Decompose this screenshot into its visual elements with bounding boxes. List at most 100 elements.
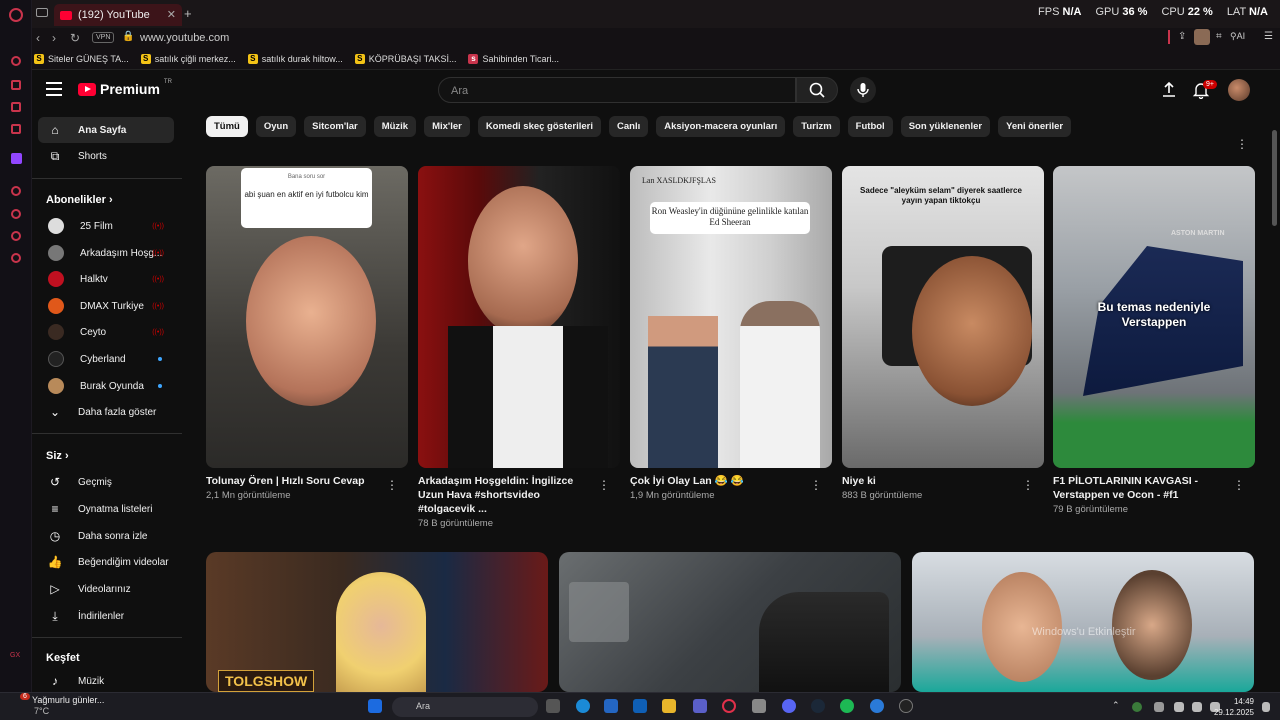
tray-chevron-icon[interactable]: ⌃ — [1112, 700, 1120, 711]
reload-icon[interactable]: ↻ — [70, 31, 80, 45]
microphone-tray-icon[interactable] — [1154, 702, 1164, 712]
short-thumbnail[interactable]: Sadece "aleyküm selam" diyerek saatlerce… — [842, 166, 1044, 468]
player-icon[interactable] — [11, 186, 21, 196]
opera-ai-icon[interactable] — [11, 56, 21, 66]
discord-icon[interactable] — [782, 699, 796, 713]
forward-icon[interactable]: › — [52, 31, 56, 45]
short-card[interactable]: ASTON MARTIN Bu temas nedeniyle Verstapp… — [1053, 166, 1255, 515]
show-more-button[interactable]: ⌄ Daha fazla göster — [38, 399, 174, 425]
short-thumbnail[interactable]: ASTON MARTIN Bu temas nedeniyle Verstapp… — [1053, 166, 1255, 468]
ai-button[interactable]: ⚲AI — [1230, 31, 1245, 42]
weather-widget[interactable]: Yağmurlu günler... 7°C — [18, 695, 104, 717]
chip[interactable]: Komedi skeç gösterileri — [477, 116, 601, 137]
video-thumbnail[interactable]: TOLGSHOW — [206, 552, 548, 692]
sidebar-item-history[interactable]: ↺ Geçmiş — [38, 469, 174, 495]
sidebar-item-music[interactable]: ♪ Müzik — [38, 668, 174, 694]
history-icon[interactable] — [11, 209, 21, 219]
chip[interactable]: Aksiyon-macera oyunları — [656, 116, 786, 137]
sidebar-item-sub[interactable]: Burak Oyunda — [38, 373, 174, 399]
sidebar-item-your-videos[interactable]: ▷ Videolarınız — [38, 576, 174, 602]
network-icon[interactable] — [1174, 702, 1184, 712]
chip[interactable]: Oyun — [255, 116, 297, 137]
chip[interactable]: Mix'ler — [424, 116, 470, 137]
search-button[interactable] — [796, 77, 838, 103]
steam-icon[interactable] — [811, 699, 825, 713]
short-title[interactable]: Çok İyi Olay Lan 😂 😂 — [630, 474, 810, 488]
chip[interactable]: Turizm — [793, 116, 840, 137]
vpn-badge[interactable]: VPN — [92, 32, 115, 43]
more-options-icon[interactable]: ⋮ — [1236, 137, 1248, 151]
video-thumbnail[interactable]: Windows'u Etkinleştir — [912, 552, 1254, 692]
store-icon[interactable] — [604, 699, 618, 713]
more-options-icon[interactable]: ⋮ — [386, 478, 398, 492]
task-view-icon[interactable] — [546, 699, 560, 713]
back-icon[interactable]: ‹ — [36, 31, 40, 45]
bookmark-item[interactable]: Ssatılık çiğli merkez... — [140, 53, 236, 64]
voice-search-button[interactable] — [850, 77, 876, 103]
close-icon[interactable]: ✕ — [167, 8, 176, 21]
chip[interactable]: Tümü — [206, 116, 248, 137]
more-options-icon[interactable]: ⋮ — [810, 478, 822, 492]
sidebar-item-sub[interactable]: Cyberland — [38, 346, 174, 372]
taskbar-search[interactable]: Ara — [392, 697, 538, 717]
sidebar-item-liked[interactable]: 👍 Beğendiğim videolar — [38, 549, 174, 575]
youtube-premium-logo[interactable]: Premium TR — [78, 79, 172, 97]
short-title[interactable]: F1 PİLOTLARININ KAVGASI - Verstappen ve … — [1053, 474, 1233, 502]
settings-icon[interactable] — [11, 253, 21, 263]
volume-icon[interactable] — [1192, 702, 1202, 712]
workspaces-icon[interactable] — [11, 80, 21, 90]
short-card[interactable]: Lan XASLDKJFŞLAS Ron Weasley'in düğününe… — [630, 166, 832, 501]
chip[interactable]: Sitcom'lar — [304, 116, 366, 137]
bookmark-item[interactable]: s Sahibinden Ticari... — [468, 53, 559, 64]
edge-icon[interactable] — [576, 699, 590, 713]
url-field[interactable]: www.youtube.com — [140, 32, 229, 44]
sidebar-item-playlists[interactable]: ≡ Oynatma listeleri — [38, 496, 174, 522]
short-title[interactable]: Tolunay Ören | Hızlı Soru Cevap — [206, 474, 386, 488]
chip[interactable]: Müzik — [373, 116, 417, 137]
share-icon[interactable]: ⇪ — [1178, 31, 1186, 42]
short-card[interactable]: Sadece "aleyküm selam" diyerek saatlerce… — [842, 166, 1044, 501]
more-options-icon[interactable]: ⋮ — [598, 478, 610, 492]
tab-islands-icon[interactable] — [36, 8, 48, 17]
chip[interactable]: Son yüklenenler — [900, 116, 991, 137]
app-icon[interactable] — [870, 699, 884, 713]
upload-icon[interactable] — [1160, 81, 1178, 99]
search-input[interactable]: Ara — [438, 77, 796, 103]
spotify-icon[interactable] — [840, 699, 854, 713]
short-title[interactable]: Arkadaşım Hoşgeldin: İngilizce Uzun Hava… — [418, 474, 598, 516]
bookmark-item[interactable]: S KÖPRÜBAŞI TAKSİ... — [354, 53, 456, 64]
settings-taskbar-icon[interactable] — [752, 699, 766, 713]
sidebar-item-sub[interactable]: DMAX Turkiye ((•)) — [38, 293, 174, 319]
short-title[interactable]: Niye ki — [842, 474, 1022, 488]
short-card[interactable]: Bana soru sor abi şuan en aktif en iyi f… — [206, 166, 408, 501]
sidebar-item-shorts[interactable]: ⧉ Shorts — [38, 143, 174, 169]
github-icon[interactable] — [899, 699, 913, 713]
short-thumbnail[interactable]: Lan XASLDKJFŞLAS Ron Weasley'in düğününe… — [630, 166, 832, 468]
tray-app-icon[interactable] — [1132, 702, 1142, 712]
short-card[interactable]: Arkadaşım Hoşgeldin: İngilizce Uzun Hava… — [418, 166, 620, 529]
new-tab-button[interactable]: + — [184, 6, 192, 21]
sidebar-item-sub[interactable]: Halktv ((•)) — [38, 266, 174, 292]
clock[interactable]: 14:49 29.12.2025 — [1214, 696, 1254, 718]
snapshot-icon[interactable]: ⌗ — [1216, 31, 1222, 42]
bookmark-item[interactable]: Ssatılık durak hiltow... — [247, 53, 343, 64]
page-scrollbar[interactable] — [1272, 130, 1277, 226]
instagram-icon[interactable] — [11, 124, 21, 134]
sidebar-item-sub[interactable]: Ceyto ((•)) — [38, 319, 174, 345]
tab-youtube[interactable]: (192) YouTube ✕ — [54, 4, 182, 26]
sidebar-item-sub[interactable]: Arkadaşım Hoşg... ((•)) — [38, 240, 174, 266]
opera-logo-icon[interactable] — [9, 8, 23, 22]
short-thumbnail[interactable] — [418, 166, 620, 468]
profile-avatar[interactable] — [1194, 29, 1210, 45]
twitch-icon[interactable] — [11, 153, 22, 164]
sidebar-item-downloads[interactable]: ⤓ İndirilenler — [38, 603, 174, 629]
start-icon[interactable] — [368, 699, 382, 713]
short-thumbnail[interactable]: Bana soru sor abi şuan en aktif en iyi f… — [206, 166, 408, 468]
chip[interactable]: Futbol — [847, 116, 893, 137]
downloads-icon[interactable] — [11, 231, 21, 241]
you-header[interactable]: Siz › — [46, 450, 69, 462]
sidebar-item-sub[interactable]: 25 Film ((•)) — [38, 213, 174, 239]
sidebar-item-watch-later[interactable]: ◷ Daha sonra izle — [38, 523, 174, 549]
chip[interactable]: Canlı — [609, 116, 649, 137]
outlook-icon[interactable] — [633, 699, 647, 713]
